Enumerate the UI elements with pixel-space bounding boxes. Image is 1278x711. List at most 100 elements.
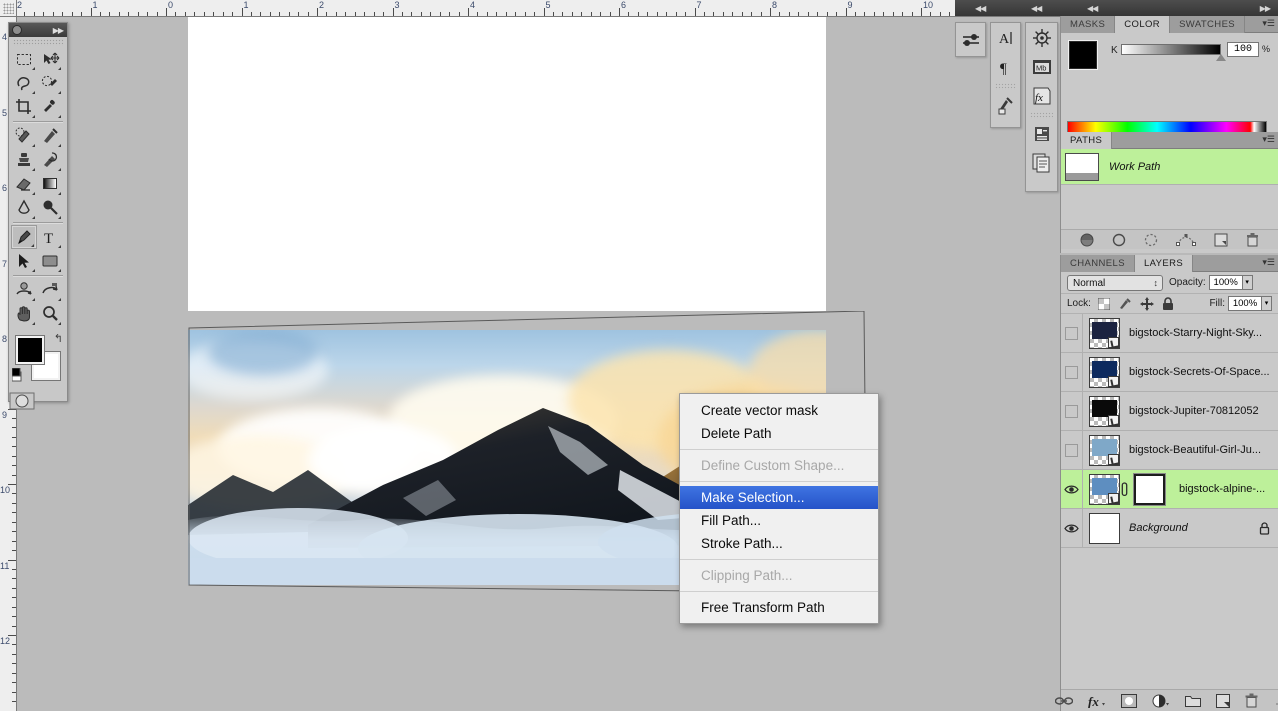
blend-mode-select[interactable]: Normal <box>1067 275 1163 291</box>
ruler-origin-corner[interactable] <box>0 0 17 17</box>
tool-quick-selection-tool[interactable] <box>37 71 63 95</box>
eye-icon-empty[interactable] <box>1065 366 1078 379</box>
dock-utility-grip[interactable] <box>1030 112 1053 119</box>
layer-mask-link-icon[interactable] <box>1120 482 1132 497</box>
layer-name[interactable]: bigstock-Jupiter-70812052 <box>1129 405 1278 417</box>
path-context-menu[interactable]: Create vector maskDelete PathDefine Cust… <box>679 393 879 624</box>
fill-stepper[interactable]: ▾ <box>1262 296 1272 311</box>
layer-thumbnail[interactable] <box>1089 474 1120 505</box>
tool-lasso-tool[interactable] <box>11 71 37 95</box>
collapse-dock-1-icon[interactable]: ◀◀ <box>975 4 985 13</box>
tools-grid[interactable]: T <box>9 47 67 326</box>
info-icon[interactable] <box>1026 119 1057 148</box>
eye-icon[interactable] <box>1064 484 1079 495</box>
layer-name[interactable]: bigstock-Beautiful-Girl-Ju... <box>1129 444 1278 456</box>
resize-grip-icon[interactable] <box>1275 696 1278 706</box>
add-layer-mask-icon[interactable] <box>1121 694 1137 708</box>
paths-panel-group[interactable]: ▾☰ PATHS Work Path <box>1060 132 1278 253</box>
menu-item-create-vector-mask[interactable]: Create vector mask <box>680 399 878 422</box>
lock-position-icon[interactable] <box>1140 297 1154 311</box>
quick-mask-button[interactable] <box>9 392 67 410</box>
tool-3d-camera-rotate-tool[interactable] <box>37 278 63 302</box>
adjustments-icon[interactable] <box>956 23 985 56</box>
delete-layer-icon[interactable] <box>1245 693 1258 708</box>
default-colors-icon[interactable] <box>12 368 26 382</box>
lock-image-icon[interactable] <box>1118 297 1132 310</box>
color-swatches[interactable]: ↰ <box>9 330 67 390</box>
character-icon[interactable]: A <box>991 23 1020 52</box>
tool-blur-tool[interactable] <box>11 196 37 220</box>
tools-panel-header[interactable]: ▶▶ <box>9 23 67 37</box>
horizontal-ruler[interactable]: 21012345678910 <box>0 0 1060 17</box>
panel-dock-header[interactable]: ◀◀ ◀◀ ◀◀ ▶▶ <box>955 0 1278 16</box>
expand-dock-icon[interactable]: ▶▶ <box>1260 4 1270 13</box>
tool-dodge-tool[interactable] <box>37 196 63 220</box>
tool-crop-tool[interactable] <box>11 95 37 119</box>
brushes-icon[interactable] <box>991 90 1020 119</box>
dock-column-type[interactable]: A ¶ <box>990 22 1021 128</box>
new-group-icon[interactable] <box>1185 694 1201 707</box>
tool-eraser-tool[interactable] <box>11 172 37 196</box>
foreground-color-swatch[interactable] <box>16 336 44 364</box>
paragraph-icon[interactable]: ¶ <box>991 52 1020 81</box>
eye-icon-empty[interactable] <box>1065 405 1078 418</box>
tool-history-brush-tool[interactable] <box>37 148 63 172</box>
eye-icon-empty[interactable] <box>1065 444 1078 457</box>
tool-horizontal-type-tool[interactable]: T <box>37 225 63 249</box>
eye-icon[interactable] <box>1064 523 1079 534</box>
layer-row[interactable]: Background <box>1061 509 1278 548</box>
layer-visibility-toggle[interactable] <box>1061 470 1083 508</box>
menu-item-make-selection[interactable]: Make Selection... <box>680 486 878 509</box>
tools-collapse-dot[interactable] <box>12 25 22 35</box>
menu-item-free-transform-path[interactable]: Free Transform Path <box>680 596 878 619</box>
tool-move-tool[interactable] <box>37 47 63 71</box>
layer-visibility-toggle[interactable] <box>1061 431 1083 469</box>
layer-thumbnail[interactable] <box>1089 513 1120 544</box>
layer-options-row[interactable]: Normal Opacity: 100% ▾ <box>1061 272 1278 294</box>
color-foreground-swatch[interactable] <box>1069 41 1097 69</box>
tool-pen-tool[interactable] <box>11 225 37 249</box>
tool-clone-stamp-tool[interactable] <box>11 148 37 172</box>
delete-path-icon[interactable] <box>1246 233 1259 247</box>
new-path-icon[interactable] <box>1214 233 1228 247</box>
layer-thumbnail[interactable] <box>1089 396 1120 427</box>
layer-mask-thumbnail[interactable] <box>1134 474 1165 505</box>
tool-hand-tool[interactable] <box>11 302 37 326</box>
tab-paths[interactable]: PATHS <box>1061 132 1112 149</box>
lock-all-icon[interactable] <box>1162 297 1174 311</box>
menu-item-delete-path[interactable]: Delete Path <box>680 422 878 445</box>
layer-row[interactable]: bigstock-Secrets-Of-Space... <box>1061 353 1278 392</box>
layer-styles-fx-icon[interactable]: fx <box>1088 694 1106 708</box>
tool-eyedropper-tool[interactable] <box>37 95 63 119</box>
tools-panel[interactable]: ▶▶ T ↰ <box>8 22 68 402</box>
layers-panel-footer[interactable]: fx <box>1061 689 1278 711</box>
layer-thumbnail[interactable] <box>1089 357 1120 388</box>
layer-visibility-toggle[interactable] <box>1061 392 1083 430</box>
opacity-input[interactable]: 100% <box>1209 275 1243 290</box>
tool-rectangular-marquee-tool[interactable] <box>11 47 37 71</box>
tab-layers[interactable]: LAYERS <box>1135 255 1193 272</box>
layers-panel-tabstrip[interactable]: ▾☰ CHANNELSLAYERS <box>1061 255 1278 272</box>
lock-transparency-icon[interactable] <box>1098 298 1110 310</box>
layer-row[interactable]: bigstock-Starry-Night-Sky... <box>1061 314 1278 353</box>
layers-panel-group[interactable]: ▾☰ CHANNELSLAYERS Normal Opacity: 100% ▾… <box>1060 255 1278 711</box>
layer-name[interactable]: bigstock-Secrets-Of-Space... <box>1129 366 1278 378</box>
tab-channels[interactable]: CHANNELS <box>1061 255 1135 272</box>
layer-name[interactable]: Background <box>1129 522 1259 534</box>
navigator-icon[interactable] <box>1026 23 1057 52</box>
tool-rectangle-tool[interactable] <box>37 249 63 273</box>
color-panel-body[interactable]: K 100 % <box>1061 33 1278 143</box>
layer-visibility-toggle[interactable] <box>1061 353 1083 391</box>
paths-list[interactable]: Work Path <box>1061 149 1278 229</box>
paths-panel-footer[interactable] <box>1061 229 1278 249</box>
color-k-value-input[interactable]: 100 <box>1227 42 1259 57</box>
dock-column-adjustments[interactable] <box>955 22 986 57</box>
eye-icon-empty[interactable] <box>1065 327 1078 340</box>
tab-color[interactable]: COLOR <box>1115 16 1170 33</box>
color-panel-menu-icon[interactable]: ▾☰ <box>1262 18 1275 29</box>
lock-row[interactable]: Lock: <box>1061 294 1278 314</box>
layer-visibility-toggle[interactable] <box>1061 314 1083 352</box>
paths-panel-menu-icon[interactable]: ▾☰ <box>1262 134 1275 145</box>
layer-comps-icon[interactable] <box>1026 148 1057 177</box>
opacity-stepper[interactable]: ▾ <box>1243 275 1253 290</box>
